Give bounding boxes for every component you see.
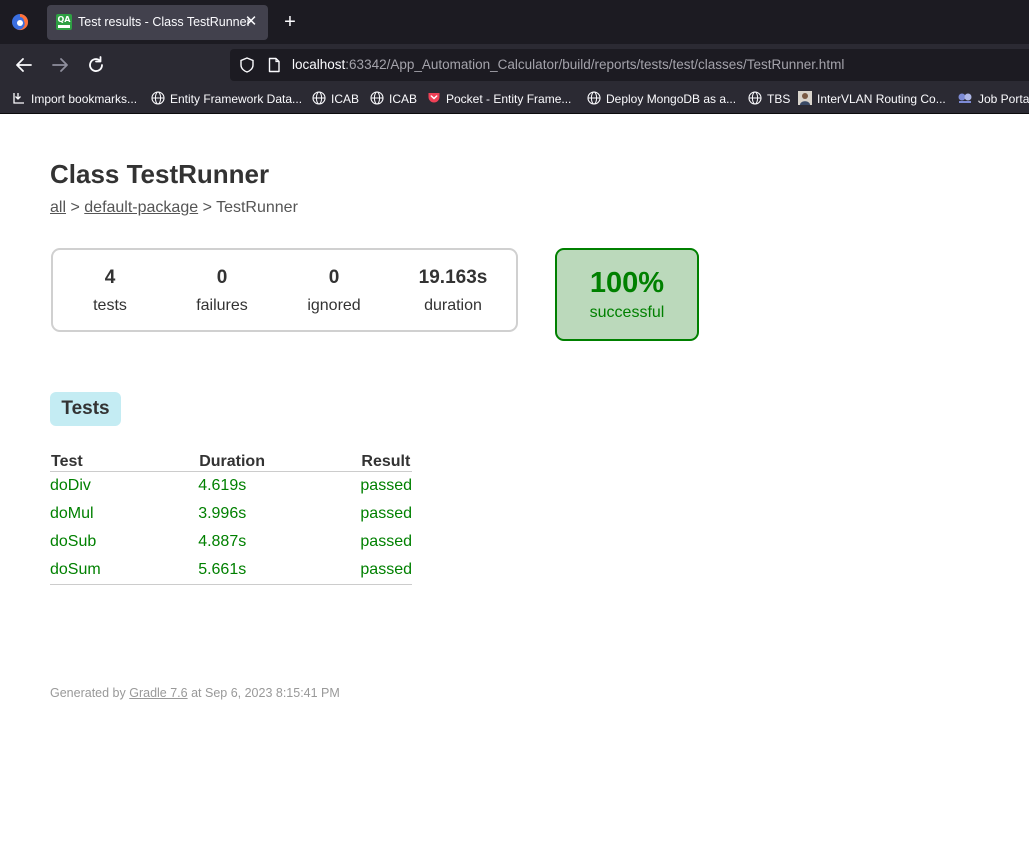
bookmark-label: Entity Framework Data... xyxy=(170,92,303,106)
report-page: Class TestRunner all > default-package >… xyxy=(50,113,1010,842)
firefox-logo-icon[interactable] xyxy=(11,13,29,31)
bookmark-label: Job Portal xyxy=(978,92,1029,106)
breadcrumb-link-package[interactable]: default-package xyxy=(84,199,198,216)
close-tab-icon[interactable]: ✕ xyxy=(244,12,258,32)
test-result: passed xyxy=(360,533,412,550)
gradle-link[interactable]: Gradle 7.6 xyxy=(129,686,187,700)
page-info-icon[interactable] xyxy=(266,57,282,73)
globe-icon xyxy=(151,91,165,105)
table-header-row: Test Duration Result xyxy=(50,453,412,472)
test-duration: 4.887s xyxy=(198,533,247,550)
navigation-toolbar: localhost:63342/App_Automation_Calculato… xyxy=(0,44,1029,86)
bookmark-icab-2[interactable]: ICAB xyxy=(370,90,417,108)
test-duration: 5.661s xyxy=(198,556,361,585)
bookmark-label: Import bookmarks... xyxy=(31,92,138,106)
forward-arrow-icon[interactable] xyxy=(49,54,71,76)
duration-label: duration xyxy=(424,297,482,314)
success-percent: 100% xyxy=(589,267,665,299)
pocket-icon xyxy=(428,93,440,103)
table-row: doDiv 4.619s passed xyxy=(50,472,412,501)
globe-icon xyxy=(312,91,326,105)
failures-label: failures xyxy=(196,297,248,314)
test-duration: 4.619s xyxy=(198,477,247,494)
active-tab[interactable]: QA Test results - Class TestRunner ✕ xyxy=(47,5,268,40)
tests-counter: 4 tests xyxy=(55,265,165,321)
breadcrumb-separator: > xyxy=(70,199,80,216)
table-row: doSub 4.887s passed xyxy=(50,528,412,556)
browser-tab-strip: QA Test results - Class TestRunner ✕ + xyxy=(0,0,1029,44)
qa-favicon-icon: QA xyxy=(56,14,72,30)
page-title: Class TestRunner xyxy=(50,159,270,189)
globe-icon xyxy=(370,91,384,105)
bookmark-import[interactable]: Import bookmarks... xyxy=(12,90,137,108)
test-result: passed xyxy=(360,477,412,494)
bookmark-pocket[interactable]: Pocket - Entity Frame... xyxy=(427,90,571,108)
globe-icon xyxy=(748,91,762,105)
url-host: localhost xyxy=(292,57,346,72)
column-header-duration: Duration xyxy=(198,453,361,472)
reload-icon[interactable] xyxy=(85,54,107,76)
column-header-result: Result xyxy=(360,453,412,472)
table-row: doSum 5.661s passed xyxy=(50,556,412,585)
column-header-test: Test xyxy=(50,453,199,472)
bookmark-job-portal[interactable]: Job Portal xyxy=(957,90,1029,108)
test-result: passed xyxy=(360,505,412,522)
tests-table: Test Duration Result doDiv 4.619s passed… xyxy=(50,453,412,585)
bookmark-entity-framework[interactable]: Entity Framework Data... xyxy=(151,90,302,108)
test-name: doDiv xyxy=(50,477,91,494)
test-name: doSum xyxy=(50,556,199,585)
ignored-label: ignored xyxy=(307,297,361,314)
test-name: doSub xyxy=(50,533,97,550)
address-bar[interactable]: localhost:63342/App_Automation_Calculato… xyxy=(230,49,1029,81)
url-path: :63342/App_Automation_Calculator/build/r… xyxy=(345,57,845,72)
bookmark-tbs[interactable]: TBS xyxy=(748,90,790,108)
success-label: successful xyxy=(589,304,665,321)
test-duration: 3.996s xyxy=(198,505,247,522)
breadcrumb: all > default-package > TestRunner xyxy=(50,199,298,217)
duration-counter: 19.163s duration xyxy=(398,265,508,321)
bookmark-label: Pocket - Entity Frame... xyxy=(446,92,572,106)
bookmarks-toolbar: Import bookmarks... Entity Framework Dat… xyxy=(0,86,1029,114)
bookmark-label: ICAB xyxy=(389,92,418,106)
ignored-counter: 0 ignored xyxy=(279,265,389,321)
import-icon xyxy=(13,93,24,104)
breadcrumb-separator: > xyxy=(202,199,212,216)
back-arrow-icon[interactable] xyxy=(13,54,35,76)
bookmark-label: InterVLAN Routing Co... xyxy=(817,92,946,106)
ignored-count: 0 xyxy=(328,267,340,288)
test-result: passed xyxy=(360,556,412,585)
test-name: doMul xyxy=(50,505,94,522)
failures-counter: 0 failures xyxy=(167,265,277,321)
bookmark-mongodb[interactable]: Deploy MongoDB as a... xyxy=(587,90,736,108)
breadcrumb-current: TestRunner xyxy=(216,199,298,216)
summary-box: 4 tests 0 failures 0 ignored 19.163s dur… xyxy=(51,248,518,332)
failures-count: 0 xyxy=(216,267,228,288)
globe-icon xyxy=(587,91,601,105)
avatar-icon xyxy=(798,91,812,105)
success-rate-box: 100% successful xyxy=(555,248,699,341)
tests-count: 4 xyxy=(104,267,116,288)
bookmark-label: TBS xyxy=(767,92,791,106)
footer: Generated by Gradle 7.6 at Sep 6, 2023 8… xyxy=(50,686,340,700)
job-portal-icon xyxy=(958,93,972,103)
breadcrumb-link-all[interactable]: all xyxy=(50,199,66,216)
new-tab-icon[interactable]: + xyxy=(281,12,299,32)
table-row: doMul 3.996s passed xyxy=(50,500,412,528)
duration-value: 19.163s xyxy=(418,267,488,288)
bookmark-label: Deploy MongoDB as a... xyxy=(606,92,737,106)
bookmark-label: ICAB xyxy=(331,92,360,106)
favicon-text: QA xyxy=(57,15,71,24)
bookmark-icab-1[interactable]: ICAB xyxy=(312,90,359,108)
footer-timestamp: at Sep 6, 2023 8:15:41 PM xyxy=(191,686,340,700)
tracking-protection-shield-icon[interactable] xyxy=(239,57,255,73)
tests-label: tests xyxy=(93,297,127,314)
bookmark-intervlan[interactable]: InterVLAN Routing Co... xyxy=(798,90,946,108)
footer-prefix: Generated by xyxy=(50,686,126,700)
tab-title: Test results - Class TestRunner xyxy=(78,15,251,29)
tab-tests[interactable]: Tests xyxy=(50,392,121,426)
url-text: localhost:63342/App_Automation_Calculato… xyxy=(292,57,844,72)
